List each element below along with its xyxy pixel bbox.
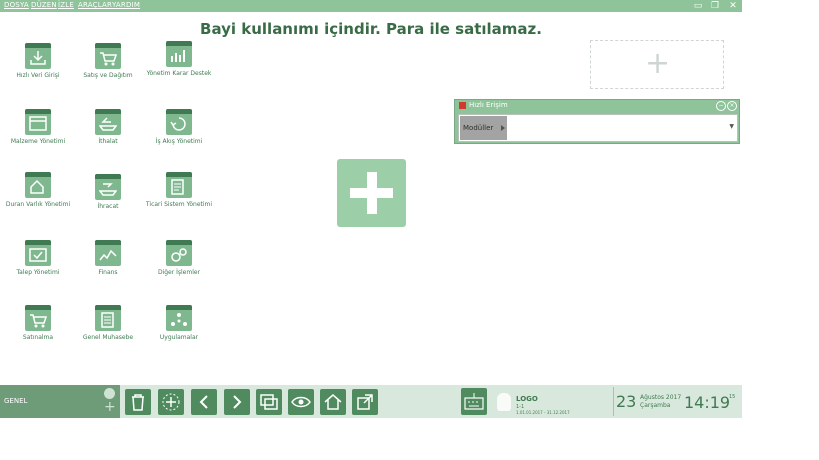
date-day: 23: [616, 392, 637, 411]
download-tray-icon: [25, 43, 51, 69]
divider: [613, 387, 614, 416]
module-label: Hızlı Veri Girişi: [16, 72, 60, 79]
module-uygulamalar[interactable]: Uygulamalar: [144, 305, 214, 341]
menu-araclar[interactable]: ARAÇLAR: [78, 1, 112, 9]
module-label: Uygulamalar: [159, 334, 199, 341]
ship-import-icon: [95, 109, 121, 135]
module-select-label: Modüller: [463, 124, 494, 132]
module-label: İhracat: [97, 203, 119, 210]
menu-duzen[interactable]: DÜZEN: [31, 1, 57, 9]
user-avatar-icon: [497, 393, 511, 411]
menu-dosya[interactable]: DOSYA: [4, 1, 29, 9]
windows-star-icon[interactable]: [256, 389, 282, 415]
plus-icon[interactable]: +: [104, 400, 116, 414]
app-logo-icon: [459, 102, 466, 109]
module-label: Finans: [98, 269, 118, 276]
dropdown-arrow-icon[interactable]: ▼: [729, 123, 734, 130]
module-duran-varlik-yonetimi[interactable]: Duran Varlık Yönetimi: [3, 172, 73, 208]
back-arrow-icon[interactable]: [191, 389, 217, 415]
apps-dots-icon: [166, 305, 192, 331]
module-malzeme-yonetimi[interactable]: Malzeme Yönetimi: [3, 109, 73, 145]
module-satinalma[interactable]: Satınalma: [3, 305, 73, 341]
add-dashed-icon[interactable]: [158, 389, 184, 415]
module-finans[interactable]: Finans: [73, 240, 143, 276]
module-label: Ticari Sistem Yönetimi: [145, 201, 213, 208]
module-label: Malzeme Yönetimi: [10, 138, 66, 145]
minimize-circle-icon[interactable]: −: [716, 101, 726, 111]
cart-icon: [95, 43, 121, 69]
report-chart-icon: [166, 41, 192, 67]
module-select[interactable]: Modüller: [460, 116, 507, 140]
close-icon[interactable]: ✕: [726, 0, 740, 12]
export-icon[interactable]: [352, 389, 378, 415]
request-check-icon: [25, 240, 51, 266]
box-icon: [25, 109, 51, 135]
quick-access-panel: Hızlı Erişim − × Modüller ▼: [454, 99, 740, 144]
menu-izle[interactable]: İZLE: [58, 1, 74, 9]
app-window: DOSYA DÜZEN İZLE ARAÇLAR YARDIM ▭ ❐ ✕ Ba…: [0, 0, 742, 420]
module-ticari-sistem-yonetimi[interactable]: Ticari Sistem Yönetimi: [144, 172, 214, 208]
module-is-akis-yonetimi[interactable]: İş Akış Yönetimi: [144, 109, 214, 145]
module-talep-yonetimi[interactable]: Talep Yönetimi: [3, 240, 73, 276]
triangle-right-icon: [501, 125, 505, 131]
add-widget-placeholder[interactable]: +: [590, 40, 724, 89]
dealer-banner: Bayi kullanımı içindir. Para ile satılam…: [200, 20, 542, 38]
bottom-bar: GENEL + LOGO 1-1 1.01.01.2017 - 31.12.20…: [0, 385, 742, 418]
module-yonetim-karar-destek[interactable]: Yönetim Karar Destek: [144, 41, 214, 77]
home-icon[interactable]: [320, 389, 346, 415]
asset-house-icon: [25, 172, 51, 198]
date-month-year: Ağustos 2017: [640, 394, 682, 401]
module-label: Satınalma: [22, 334, 54, 341]
keyboard-icon[interactable]: [461, 388, 487, 415]
module-hizli-veri-girisi[interactable]: Hızlı Veri Girişi: [3, 43, 73, 79]
module-label: Satış ve Dağıtım: [83, 72, 133, 79]
eye-view-icon[interactable]: [288, 389, 314, 415]
ship-export-icon: [95, 174, 121, 200]
document-gear-icon: [166, 172, 192, 198]
gears-icon: [166, 240, 192, 266]
module-label: İş Akış Yönetimi: [155, 138, 203, 145]
date-weekday: Çarşamba: [640, 402, 671, 409]
minimize-icon[interactable]: ▭: [691, 0, 705, 12]
module-label: Duran Varlık Yönetimi: [5, 201, 71, 208]
menu-yardim[interactable]: YARDIM: [112, 1, 140, 9]
ledger-icon: [95, 305, 121, 331]
genel-panel[interactable]: GENEL +: [0, 385, 120, 418]
company-name: LOGO: [516, 395, 538, 403]
forward-arrow-icon[interactable]: [224, 389, 250, 415]
trash-icon[interactable]: [125, 389, 151, 415]
restore-icon[interactable]: ❐: [708, 0, 722, 12]
module-label: Genel Muhasebe: [82, 334, 134, 341]
genel-label: GENEL: [4, 397, 28, 405]
module-satis-dagitim[interactable]: Satış ve Dağıtım: [73, 43, 143, 79]
plus-icon: +: [645, 46, 671, 81]
clock-seconds: 15: [729, 394, 736, 400]
quick-access-field[interactable]: Modüller ▼: [458, 114, 738, 142]
circle-icon[interactable]: [104, 388, 115, 399]
menu-bar: DOSYA DÜZEN İZLE ARAÇLAR YARDIM ▭ ❐ ✕: [0, 0, 742, 12]
fiscal-period: 1.01.01.2017 - 31.12.2017: [516, 410, 570, 415]
module-label: Yönetim Karar Destek: [146, 70, 212, 77]
add-module-button[interactable]: [337, 159, 406, 227]
clock-time: 14:19: [684, 393, 731, 412]
shopping-cart-icon: [25, 305, 51, 331]
close-circle-icon[interactable]: ×: [727, 101, 737, 111]
module-label: İthalat: [98, 138, 118, 145]
finance-chart-icon: [95, 240, 121, 266]
module-label: Diğer İşlemler: [157, 269, 201, 276]
quick-access-title: Hızlı Erişim: [469, 101, 508, 109]
module-diger-islemler[interactable]: Diğer İşlemler: [144, 240, 214, 276]
module-ithalat[interactable]: İthalat: [73, 109, 143, 145]
module-genel-muhasebe[interactable]: Genel Muhasebe: [73, 305, 143, 341]
module-label: Talep Yönetimi: [16, 269, 60, 276]
workflow-icon: [166, 109, 192, 135]
module-ihracat[interactable]: İhracat: [73, 174, 143, 210]
